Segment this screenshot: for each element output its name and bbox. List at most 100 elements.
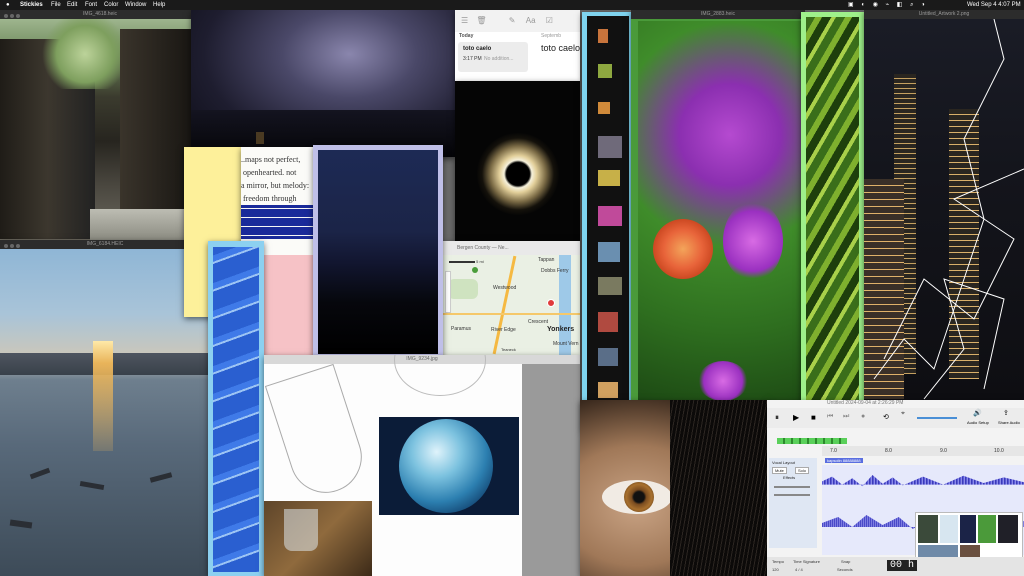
place-crescent[interactable]: Crescent [528, 319, 548, 325]
list-view-icon[interactable]: ☰ [461, 16, 468, 25]
titlebar[interactable]: IMG_2883.heic [631, 10, 805, 19]
sticky-note-green[interactable] [801, 12, 864, 407]
notes-window[interactable]: ☰ 🗑 ✎ Aa ☑ Today toto caelo 3:17 PM No a… [455, 10, 580, 81]
tempo-value[interactable]: 120 [772, 567, 779, 572]
stop-button[interactable]: ■ [811, 413, 816, 422]
photo-window-night-sky[interactable] [191, 10, 455, 157]
clock[interactable]: Wed Sep 4 4:07 PM [967, 0, 1021, 10]
chimney [256, 132, 264, 144]
audio-setup-icon[interactable]: 🔊 [973, 409, 982, 417]
place-paramus[interactable]: Paramus [451, 326, 471, 332]
delete-icon[interactable]: 🗑 [476, 16, 486, 25]
menu-window[interactable]: Window [125, 0, 146, 10]
menu-file[interactable]: File [51, 0, 61, 10]
meter-bar [777, 438, 847, 444]
thumbnail-1[interactable] [598, 29, 608, 43]
thumbnail-7[interactable] [598, 242, 620, 262]
photo-window-eye[interactable] [580, 400, 770, 576]
solo-button[interactable]: Solo [795, 467, 810, 474]
format-icon[interactable]: Aa [526, 16, 536, 25]
track-pan-slider[interactable] [774, 494, 810, 496]
status-icons[interactable]: ▣ ◐ ◉ ⌁ ◧ ⌕ ◑ [848, 0, 928, 10]
titlebar[interactable]: IMG_4618.heic [0, 10, 200, 19]
thumbnail-11[interactable] [598, 382, 618, 398]
share-audio-button[interactable]: Share Audio [998, 420, 1020, 425]
clip-label: kapsolin 88888888 [825, 458, 863, 463]
tools-icon[interactable]: ⌖ [901, 410, 905, 418]
place-dobbs-ferry[interactable]: Dobbs Ferry [541, 268, 569, 274]
place-teaneck[interactable]: Teaneck [501, 347, 516, 352]
snap-value[interactable]: Seconds [837, 567, 853, 572]
maps-window[interactable]: Bergen County — Ne... 5 mi Tappan Dobbs … [443, 241, 580, 355]
maps-titlebar[interactable]: Bergen County — Ne... [443, 241, 580, 255]
apple-icon[interactable]: ● [6, 0, 10, 10]
menu-help[interactable]: Help [153, 0, 165, 10]
play-button[interactable]: ▶ [793, 413, 799, 422]
photo-window-river[interactable]: IMG_6184.HEIC [0, 240, 210, 576]
notes-section-label: Today [459, 33, 474, 39]
audio-setup-button[interactable]: Audio Setup [967, 420, 989, 425]
waveform-1 [822, 475, 1024, 487]
hair [670, 400, 770, 576]
photo-window-flowers[interactable]: IMG_2883.heic [631, 10, 805, 400]
thumbnail-8[interactable] [598, 277, 622, 295]
note-list-item[interactable]: toto caelo 3:17 PM No addition... [458, 42, 528, 72]
maps-title: Bergen County — Ne... [457, 245, 509, 251]
snap-label: Snap [841, 559, 851, 564]
compose-icon[interactable]: ✎ [509, 16, 516, 25]
foliage [40, 19, 130, 89]
effects-button[interactable]: Effects [783, 475, 795, 480]
sticky-note-blue[interactable] [208, 241, 264, 576]
volume-slider[interactable] [917, 417, 957, 419]
menu-app-name[interactable]: Stickies [20, 0, 43, 10]
time-signature-value[interactable]: 4 / 4 [795, 567, 803, 572]
dusk-photo [318, 150, 438, 354]
menu-edit[interactable]: Edit [67, 0, 77, 10]
photo-window-dusk[interactable] [313, 145, 443, 357]
thumbnail-9[interactable] [598, 312, 618, 332]
record-button[interactable]: ● [861, 413, 865, 420]
titlebar[interactable]: Untitled_Artwork 2.png [864, 10, 1024, 19]
place-yonkers[interactable]: Yonkers [547, 326, 574, 333]
checklist-icon[interactable]: ☑ [546, 16, 553, 25]
share-audio-icon[interactable]: ⇪ [1003, 409, 1009, 417]
track-header[interactable]: Vocal Layout Mute Solo Effects [769, 458, 817, 548]
place-river-edge[interactable]: River Edge [491, 327, 516, 333]
window-title: IMG_2883.heic [701, 11, 735, 17]
skip-back-button[interactable]: ⏮ [827, 413, 833, 421]
thumbnail-3[interactable] [598, 102, 610, 114]
audio-window[interactable]: Untitled 2024-09-04 at 2:26:29 PM ⏸ ▶ ■ … [767, 400, 1024, 576]
place-tappan[interactable]: Tappan [538, 257, 554, 263]
city-photo [864, 19, 1024, 400]
thumbnail-sidebar[interactable] [582, 12, 631, 430]
park-pin-icon[interactable] [472, 267, 478, 273]
ruler-mark-1: 7.0 [830, 448, 837, 454]
thumbnail-5[interactable] [598, 170, 620, 186]
thumbnail-10[interactable] [598, 348, 618, 366]
poem-line-2: openhearted. not [243, 168, 297, 177]
ruler-mark-4: 10.0 [994, 448, 1004, 454]
map-zoom-control[interactable] [445, 271, 451, 313]
skip-forward-button[interactable]: ⏭ [843, 413, 849, 421]
photo-window-gorge[interactable]: IMG_4618.heic [0, 10, 200, 241]
menu-font[interactable]: Font [85, 0, 97, 10]
menu-color[interactable]: Color [104, 0, 118, 10]
thumbnail-2[interactable] [598, 64, 612, 78]
loop-button[interactable]: ⟲ [883, 413, 889, 421]
pause-button[interactable]: ⏸ [775, 413, 779, 423]
artwork-window[interactable]: Untitled_Artwork 2.png [864, 10, 1024, 400]
track-volume-slider[interactable] [774, 486, 810, 488]
place-mount-vernon[interactable]: Mount Vern [553, 341, 579, 347]
earth-globe [399, 419, 493, 513]
thumbnail-6[interactable] [598, 206, 622, 226]
editor-text[interactable]: toto caelo [541, 43, 580, 53]
photo-window-eclipse[interactable] [455, 81, 580, 241]
mute-button[interactable]: Mute [772, 467, 787, 474]
map-pin-icon[interactable] [547, 299, 555, 307]
place-westwood[interactable]: Westwood [493, 285, 516, 291]
window-title: Untitled_Artwork 2.png [918, 11, 970, 17]
track-name[interactable]: Vocal Layout [772, 460, 795, 465]
thumbnail-4[interactable] [598, 136, 622, 158]
titlebar[interactable]: IMG_6184.HEIC [0, 240, 210, 249]
sketch-window[interactable]: IMG_9234.jpg [264, 355, 580, 576]
